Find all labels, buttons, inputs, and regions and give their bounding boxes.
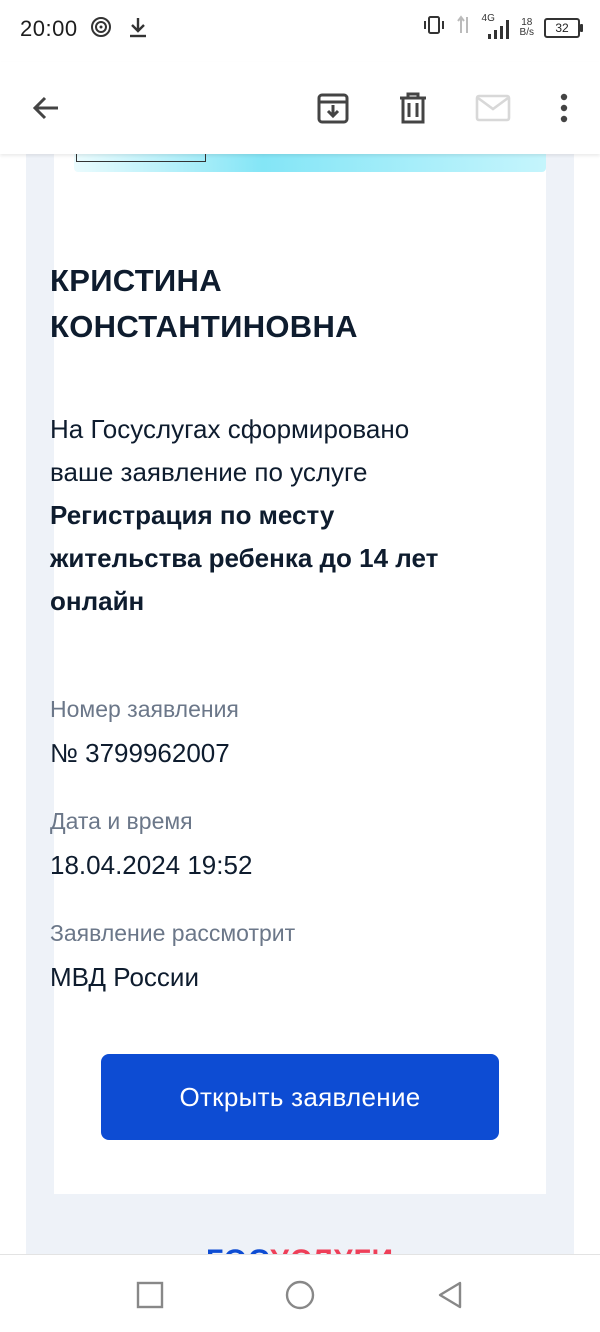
recents-button[interactable] [130,1275,170,1315]
more-options-button[interactable] [540,84,588,132]
spiral-notification-icon [90,16,112,43]
screen: 20:00 4G 18 B/s 32 КРИСТИНА КОНСТАНТИНОВ… [0,0,600,1332]
button-container: Открыть заявление [54,154,546,1194]
status-right-icons: 4G 18 B/s 32 [422,13,583,41]
open-application-button[interactable]: Открыть заявление [101,1054,499,1140]
data-transfer-icon [456,14,472,41]
mark-unread-button[interactable] [469,84,517,132]
delete-button[interactable] [389,84,437,132]
vibrate-icon [422,14,446,41]
signal-icon: 4G [482,13,510,41]
network-speed: 18 B/s [519,16,534,38]
triangle-back-icon [438,1281,462,1309]
system-back-button[interactable] [430,1275,470,1315]
circle-icon [285,1280,315,1310]
speed-unit: B/s [519,26,534,38]
home-button[interactable] [280,1275,320,1315]
battery-icon: 32 [544,17,583,38]
download-icon [128,16,148,43]
system-navigation-bar [0,1254,600,1332]
speed-value: 18 [521,16,533,28]
app-toolbar [0,62,600,154]
more-vertical-icon [560,93,568,123]
back-button[interactable] [22,84,70,132]
trash-icon [400,92,426,124]
battery-level: 32 [555,20,569,35]
arrow-left-icon [32,96,58,120]
status-notification-icons [90,16,148,43]
square-icon [136,1281,164,1309]
archive-button[interactable] [309,84,357,132]
status-bar: 20:00 4G 18 B/s 32 [0,0,600,62]
archive-icon [317,93,349,124]
status-time: 20:00 [20,16,78,41]
mail-icon [475,94,511,122]
